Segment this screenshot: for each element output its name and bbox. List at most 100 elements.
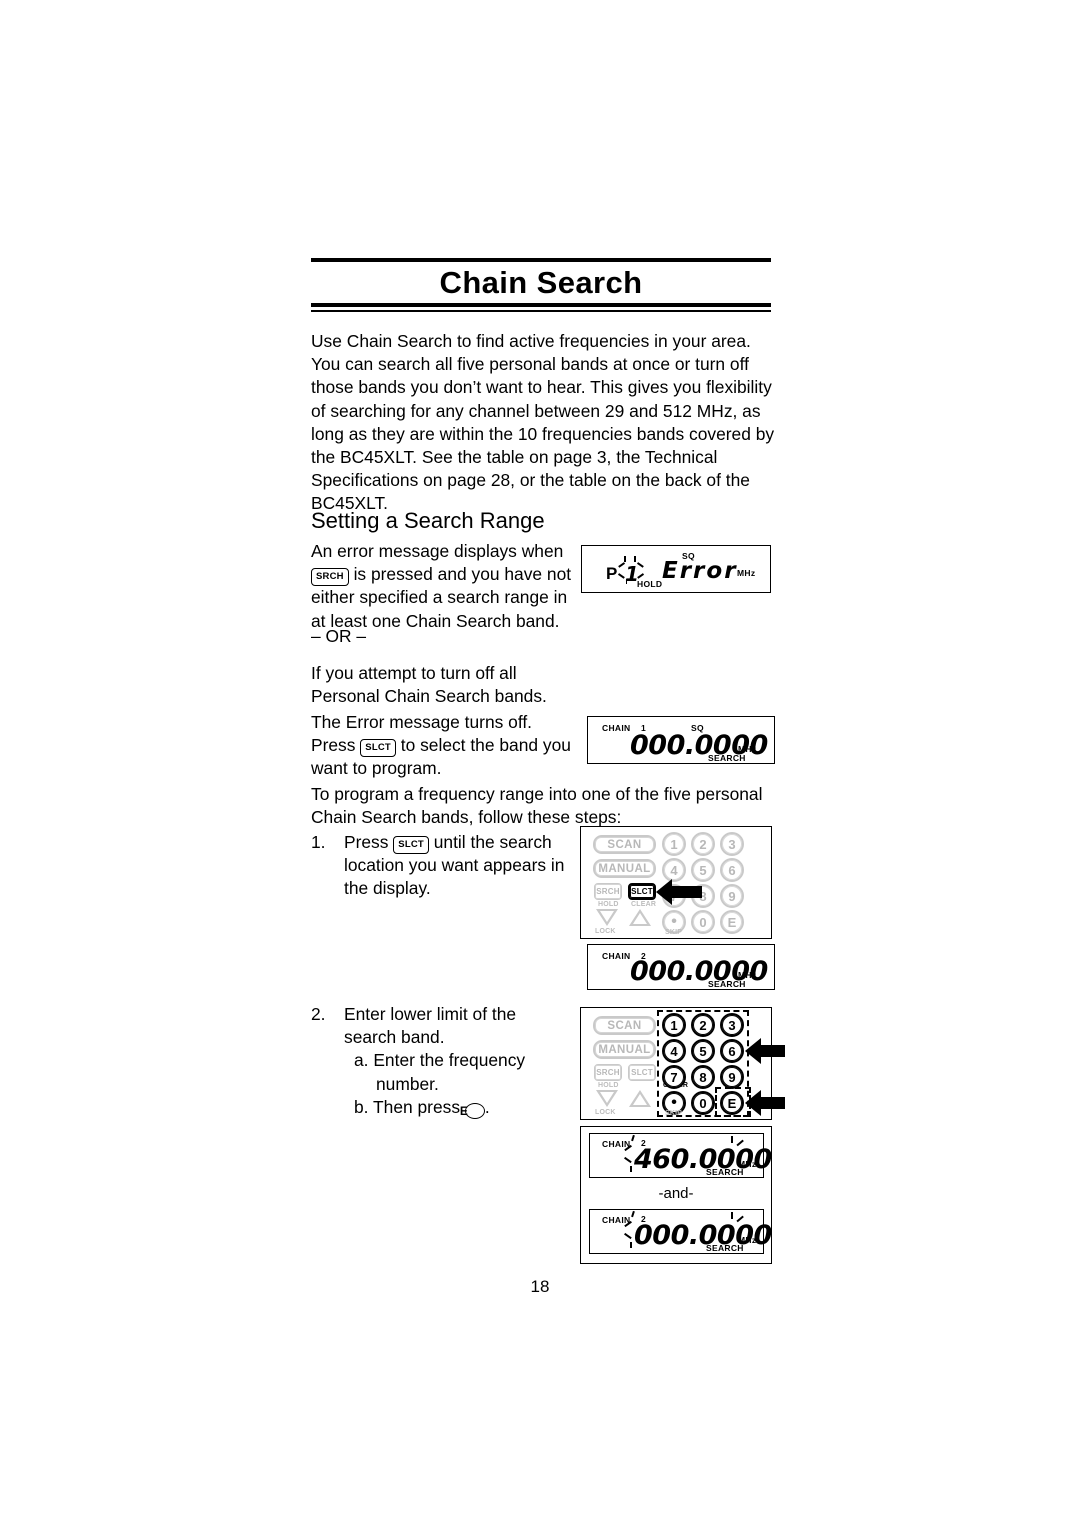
error-off-press: Press [311, 735, 356, 756]
slct-button-label: SLCT [631, 887, 653, 896]
key-1[interactable]: 1 [662, 1013, 686, 1037]
error-off-paragraph: The Error message turns off. Press SLCT … [311, 711, 591, 781]
slct-key-inline[interactable]: SLCT [360, 739, 396, 757]
and-label: -and- [658, 1185, 694, 1202]
slct-button[interactable]: SLCT [628, 1064, 656, 1081]
step-2b-pre: b. Then press [354, 1096, 461, 1117]
section-heading: Setting a Search Range [311, 508, 545, 533]
hold-label: HOLD [598, 901, 619, 908]
srch-button[interactable]: SRCH [594, 883, 622, 900]
down-arrow-button[interactable] [596, 1090, 618, 1107]
keypad-diagram-step1: SCAN MANUAL SRCH SLCT HOLD CLEAR LOCK 1 … [580, 826, 772, 939]
key-5-label: 5 [699, 862, 707, 878]
document-page: Chain Search Use Chain Search to find ac… [0, 0, 1080, 1528]
title-rule-bottom-thick [311, 302, 771, 307]
pointer-arrow-number-keys [745, 1038, 785, 1064]
key-3[interactable]: 3 [720, 1013, 744, 1037]
blink-ray [731, 1136, 733, 1143]
error-display-message: Error [662, 558, 738, 584]
or-divider: – OR – [311, 626, 367, 646]
key-2[interactable]: 2 [691, 1013, 715, 1037]
key-5[interactable]: 5 [691, 1039, 715, 1063]
key-6[interactable]: 6 [720, 858, 744, 882]
key-e-label: E [727, 1095, 737, 1111]
manual-button[interactable]: MANUAL [593, 859, 656, 878]
blink-ray [618, 573, 625, 579]
error-off-line1: The Error message turns off. [311, 712, 533, 732]
pointer-arrow-slct [656, 879, 702, 905]
blink-ray [618, 562, 625, 568]
scan-button-label: SCAN [607, 1019, 642, 1032]
key-1-label: 1 [670, 1017, 678, 1033]
srch-key-inline[interactable]: SRCH [311, 568, 349, 586]
key-3[interactable]: 3 [720, 832, 744, 856]
step-2-text: Enter lower limit of the search band. [344, 1004, 517, 1048]
up-arrow-button[interactable] [629, 909, 651, 926]
result-displays-group: CHAIN 2 460.0000 MHz SEARCH -and- CHAIN … [580, 1126, 772, 1264]
key-3-label: 3 [728, 1017, 736, 1033]
key-9-label: 9 [728, 888, 736, 904]
key-6[interactable]: 6 [720, 1039, 744, 1063]
skip-label: SKIP [665, 929, 683, 936]
key-e[interactable]: E [720, 910, 744, 934]
key-8-label: 8 [699, 1069, 707, 1085]
blink-ray [630, 1242, 632, 1248]
key-7-label: 7 [670, 1069, 678, 1085]
program-instructions-paragraph: To program a frequency range into one of… [311, 784, 763, 828]
key-0[interactable]: 0 [691, 910, 715, 934]
key-4-label: 4 [670, 1043, 678, 1059]
blink-ray [626, 579, 628, 584]
chain2-000-mode-label: SEARCH [706, 1243, 744, 1253]
srch-button[interactable]: SRCH [594, 1064, 622, 1081]
manual-button[interactable]: MANUAL [593, 1040, 656, 1059]
scan-button-label: SCAN [607, 838, 642, 851]
key-1-label: 1 [670, 836, 678, 852]
error-message-paragraph: An error message displays when SRCH is p… [311, 540, 579, 633]
manual-button-label: MANUAL [598, 862, 651, 875]
down-arrow-button[interactable] [596, 909, 618, 926]
blink-ray [624, 1232, 632, 1239]
chain1-display-mode-label: SEARCH [708, 753, 746, 763]
key-1[interactable]: 1 [662, 832, 686, 856]
lock-label: LOCK [595, 928, 616, 935]
key-5-label: 5 [699, 1043, 707, 1059]
key-9[interactable]: 9 [720, 1065, 744, 1089]
step-2b-post: . [484, 1096, 490, 1117]
hold-label: HOLD [598, 1082, 619, 1089]
key-3-label: 3 [728, 836, 736, 852]
key-2-label: 2 [699, 1017, 707, 1033]
key-6-label: 6 [728, 1043, 736, 1059]
key-8[interactable]: 8 [691, 1065, 715, 1089]
e-key-inline[interactable]: E [460, 1102, 485, 1119]
scan-button[interactable]: SCAN [593, 835, 656, 854]
slct-key-step1[interactable]: SLCT [393, 836, 429, 854]
key-4-label: 4 [670, 862, 678, 878]
key-9[interactable]: 9 [720, 884, 744, 908]
error-display-hold-label: HOLD [637, 579, 663, 589]
srch-button-label: SRCH [596, 1068, 620, 1077]
key-0-label: 0 [699, 1095, 707, 1111]
skip-label: SKIP [665, 1110, 683, 1117]
key-6-label: 6 [728, 862, 736, 878]
slct-button[interactable]: SLCT [628, 883, 656, 900]
page-title-block: Chain Search [311, 258, 771, 312]
key-2[interactable]: 2 [691, 832, 715, 856]
key-7[interactable]: 7 [662, 1065, 686, 1089]
chain2-display-chain-label: CHAIN [602, 951, 631, 961]
key-4[interactable]: 4 [662, 1039, 686, 1063]
key-0-label: 0 [699, 914, 707, 930]
page-number: 18 [530, 1277, 550, 1296]
chain2-display: CHAIN 2 000.0000 MHz SEARCH [587, 944, 775, 990]
clear-label: CLEAR [631, 901, 657, 908]
pointer-arrow-e-key [745, 1090, 785, 1116]
error-display-unit: MHz [737, 568, 756, 578]
error-display: SQ P 1 HOLD Error MHz [581, 545, 771, 593]
scan-button[interactable]: SCAN [593, 1016, 656, 1035]
up-arrow-button[interactable] [629, 1090, 651, 1107]
step-2: 2. Enter lower limit of the search band.… [311, 1003, 569, 1119]
key-0[interactable]: 0 [691, 1091, 715, 1115]
key-9-label: 9 [728, 1069, 736, 1085]
key-e[interactable]: E [720, 1091, 744, 1115]
blink-ray [731, 1212, 733, 1219]
chain2-display-mode-label: SEARCH [708, 979, 746, 989]
